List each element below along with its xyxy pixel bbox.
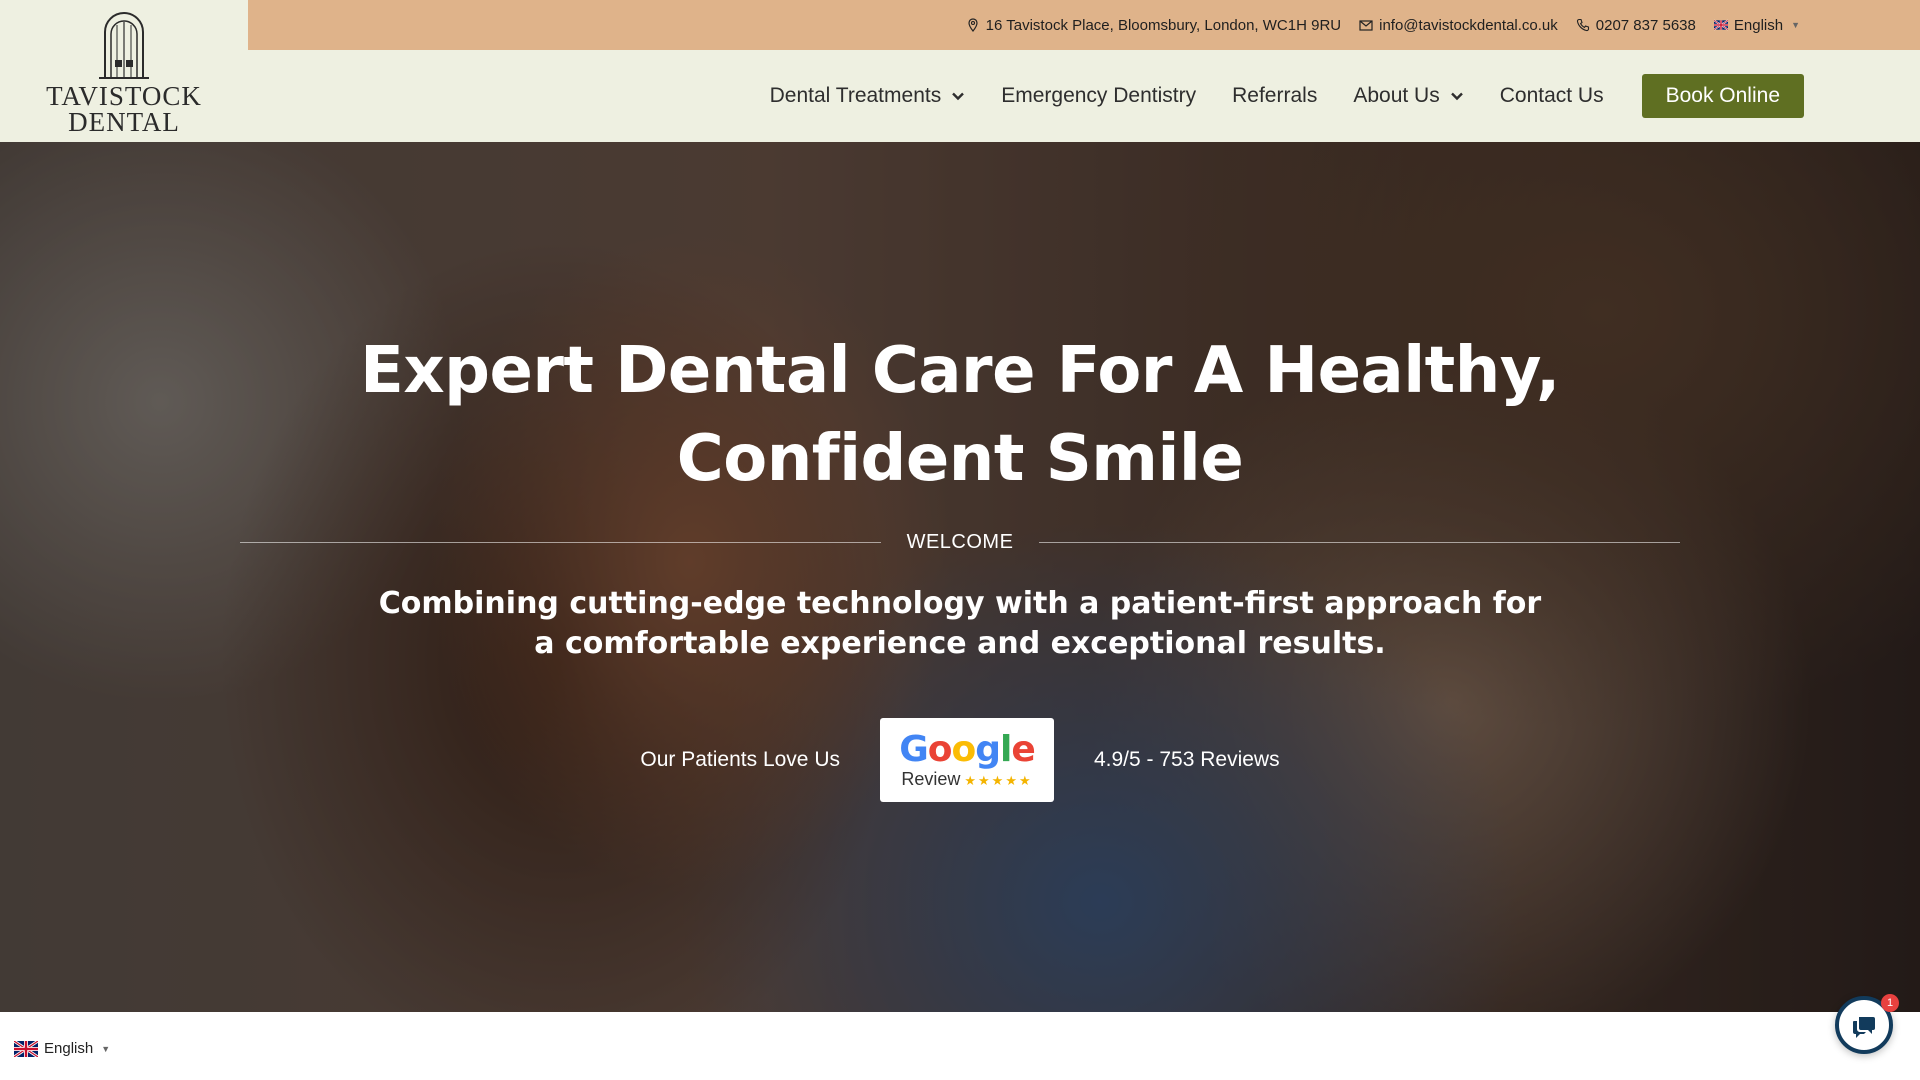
uk-flag-icon <box>14 1040 38 1057</box>
phone-link[interactable]: 0207 837 5638 <box>1576 17 1696 34</box>
google-badge-subline: Review ★★★★★ <box>901 769 1032 790</box>
address-text: 16 Tavistock Place, Bloomsbury, London, … <box>985 16 1342 34</box>
hero-subtitle: Combining cutting-edge technology with a… <box>378 586 1542 661</box>
nav-dental-treatments[interactable]: Dental Treatments <box>770 84 966 108</box>
nav-about-us[interactable]: About Us <box>1353 84 1463 108</box>
google-letter-l: l <box>1000 728 1012 770</box>
logo-wordmark: TAVISTOCK DENTAL <box>46 83 202 137</box>
nav-referrals[interactable]: Referrals <box>1232 84 1317 108</box>
hero-content: Expert Dental Care For A Healthy, Confid… <box>0 142 1920 1012</box>
phone-icon <box>1576 18 1589 32</box>
language-label-top: English <box>1733 16 1784 34</box>
hero-title-line-1: Expert Dental Care For A Healthy, <box>360 334 1560 408</box>
envelope-icon <box>1359 20 1373 31</box>
top-contact-bar: 16 Tavistock Place, Bloomsbury, London, … <box>248 0 1920 50</box>
welcome-eyebrow: WELCOME <box>906 531 1014 553</box>
hero-title: Expert Dental Care For A Healthy, Confid… <box>360 327 1560 503</box>
caret-down-icon: ▼ <box>1791 20 1800 30</box>
language-selector-bottom[interactable]: English ▼ <box>14 1040 110 1057</box>
chat-bubble-icon <box>1853 1017 1875 1038</box>
nav-contact-us-label: Contact Us <box>1499 84 1604 107</box>
address-link[interactable]: 16 Tavistock Place, Bloomsbury, London, … <box>966 17 1341 34</box>
phone-text: 0207 837 5638 <box>1595 16 1696 34</box>
hero-title-line-2: Confident Smile <box>676 422 1244 496</box>
reviews-left-text: Our Patients Love Us <box>640 748 840 771</box>
reviews-row: Our Patients Love Us Google Review ★★★★★… <box>640 718 1280 802</box>
site-logo[interactable]: TAVISTOCK DENTAL <box>0 0 248 142</box>
email-text: info@tavistockdental.co.uk <box>1379 16 1558 34</box>
chevron-down-icon <box>952 92 965 101</box>
google-review-badge[interactable]: Google Review ★★★★★ <box>879 718 1054 802</box>
map-pin-icon <box>968 18 978 32</box>
reviews-score-text: 4.9/5 - 753 Reviews <box>1093 748 1280 771</box>
building-doorway-icon <box>99 12 149 80</box>
nav-dental-treatments-label: Dental Treatments <box>769 84 942 107</box>
email-link[interactable]: info@tavistockdental.co.uk <box>1359 17 1558 34</box>
google-letter-g: G <box>899 728 929 770</box>
language-label-bottom: English <box>44 1040 94 1057</box>
chat-notification-badge: 1 <box>1881 994 1899 1012</box>
logo-line-2: DENTAL <box>68 107 180 137</box>
google-letter-o1: o <box>927 728 953 770</box>
uk-flag-icon <box>1713 19 1728 31</box>
star-rating-icon: ★★★★★ <box>964 772 1033 788</box>
google-logo: Google <box>899 728 1036 770</box>
google-letter-o2: o <box>951 728 976 770</box>
nav-contact-us[interactable]: Contact Us <box>1500 84 1604 108</box>
caret-down-icon: ▼ <box>101 1043 111 1054</box>
language-selector-top[interactable]: English ▼ <box>1713 16 1800 34</box>
welcome-divider: WELCOME <box>240 531 1680 554</box>
chevron-down-icon <box>1450 92 1463 101</box>
nav-emergency-dentistry[interactable]: Emergency Dentistry <box>1001 84 1196 108</box>
divider-line-right <box>1039 542 1680 543</box>
google-review-label: Review <box>901 768 961 789</box>
google-letter-e: e <box>1011 728 1035 770</box>
chat-widget-button[interactable]: 1 <box>1835 994 1899 1054</box>
hero-section: Expert Dental Care For A Healthy, Confid… <box>0 142 1920 1012</box>
google-letter-g2: g <box>975 728 1001 770</box>
book-online-button[interactable]: Book Online <box>1641 74 1804 118</box>
nav-referrals-label: Referrals <box>1232 84 1318 107</box>
nav-about-us-label: About Us <box>1353 84 1440 107</box>
nav-emergency-dentistry-label: Emergency Dentistry <box>1001 84 1197 107</box>
main-navigation: Dental Treatments Emergency Dentistry Re… <box>248 50 1920 142</box>
divider-line-left <box>240 542 881 543</box>
